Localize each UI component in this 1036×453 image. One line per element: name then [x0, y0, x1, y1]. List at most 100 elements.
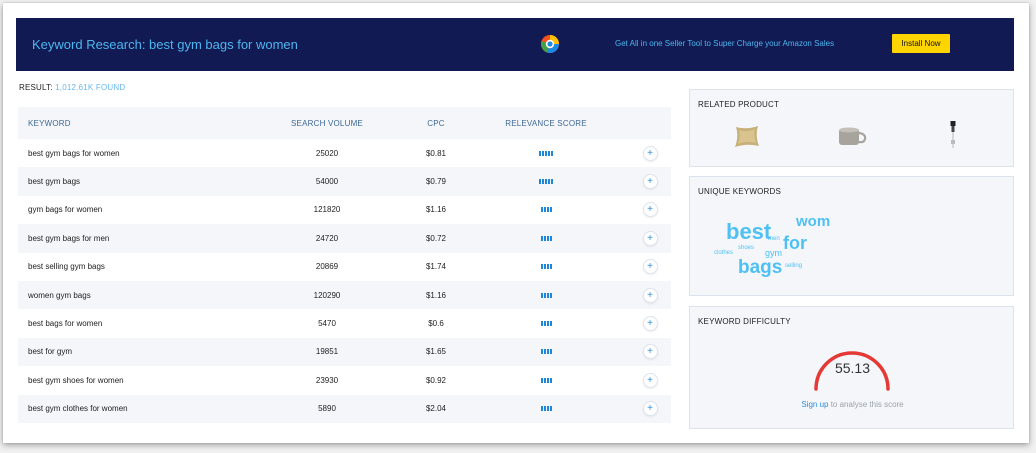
relevance-bars: [539, 150, 553, 156]
relevance-bar: [540, 321, 543, 327]
relevance-bar: [540, 264, 543, 270]
unique-keywords-title: UNIQUE KEYWORDS: [698, 187, 782, 196]
keyword-cell: best gym bags for men: [28, 233, 110, 243]
relevance-bar: [546, 377, 549, 383]
keyword-cell: best bags for women: [28, 319, 103, 329]
app-window: Keyword Research: best gym bags for wome…: [3, 3, 1029, 443]
cloud-word-wom: wom: [796, 213, 831, 230]
result-count: 1,012.61K FOUND: [55, 83, 126, 92]
add-keyword-button[interactable]: +: [642, 230, 658, 246]
relevance-bar: [546, 292, 549, 298]
relevance-bar: [549, 264, 552, 270]
relevance-bar: [540, 377, 543, 383]
cloud-word-selling: selling: [785, 263, 803, 269]
brand-logo-icon: [540, 35, 559, 54]
action-cell: +: [611, 230, 671, 246]
table-body: best gym bags for women 25020 $0.81 + best g…: [18, 139, 671, 423]
relevance-bars: [540, 235, 552, 241]
column-header-cpc: CPC: [427, 118, 445, 128]
relevance-bar: [543, 235, 546, 241]
table-row: gym bags for women 121820 $1.16 +: [18, 196, 671, 224]
product-thumbnail-mug[interactable]: [836, 124, 868, 148]
relevance-bar: [540, 207, 543, 213]
relevance-score-cell: [481, 349, 611, 355]
relevance-bar: [549, 321, 552, 327]
product-thumbnail-pillow[interactable]: [734, 124, 760, 148]
table-row: best gym shoes for women 23930 $0.92 +: [18, 366, 671, 394]
relevance-bar: [551, 150, 553, 156]
action-cell: +: [611, 344, 671, 360]
cloud-word-for: for: [783, 233, 807, 253]
relevance-score-cell: [481, 150, 611, 156]
keyword-cell: best gym bags for women: [28, 148, 120, 158]
search-volume-cell: 25020: [315, 148, 339, 158]
keyword-difficulty-panel: KEYWORD DIFFICULTY 55.13 Sign up to anal…: [689, 306, 1014, 429]
relevance-bars: [540, 292, 552, 298]
search-volume-cell: 5470: [318, 319, 336, 329]
cloud-word-men: men: [768, 236, 780, 242]
column-header-relevance-score: RELEVANCE SCORE: [505, 118, 587, 128]
relevance-score-cell: [481, 406, 611, 412]
relevance-bar: [548, 150, 550, 156]
relevance-bars: [540, 349, 552, 355]
table-row: best gym bags for women 25020 $0.81 +: [18, 139, 671, 167]
action-cell: +: [611, 372, 671, 388]
relevance-bar: [549, 406, 552, 412]
cloud-word-clothes: clothes: [714, 250, 734, 256]
cpc-cell: $0.72: [425, 233, 447, 243]
header-banner: Keyword Research: best gym bags for wome…: [16, 18, 1014, 71]
signup-text: to analyse this score: [828, 400, 904, 409]
relevance-bar: [543, 207, 546, 213]
add-keyword-button[interactable]: +: [642, 344, 658, 360]
add-keyword-button[interactable]: +: [642, 259, 658, 275]
result-label: RESULT:: [19, 83, 53, 92]
add-keyword-button[interactable]: +: [642, 372, 658, 388]
keyword-cell: best gym bags: [28, 177, 81, 187]
relevance-score-cell: [481, 321, 611, 327]
relevance-bar: [543, 321, 546, 327]
keyword-table: KEYWORD SEARCH VOLUME CPC RELEVANCE SCOR…: [18, 107, 671, 423]
add-keyword-button[interactable]: +: [642, 202, 658, 218]
relevance-bar: [549, 349, 552, 355]
relevance-bars: [540, 377, 552, 383]
relevance-bars: [540, 321, 552, 327]
keyword-difficulty-title: KEYWORD DIFFICULTY: [698, 317, 791, 326]
cpc-cell: $1.74: [425, 262, 447, 272]
relevance-score-cell: [481, 235, 611, 241]
add-keyword-button[interactable]: +: [642, 145, 658, 161]
add-keyword-button[interactable]: +: [642, 316, 658, 332]
relevance-score-cell: [481, 179, 611, 185]
relevance-bar: [549, 235, 552, 241]
add-keyword-button[interactable]: +: [642, 174, 658, 190]
add-keyword-button[interactable]: +: [642, 287, 658, 303]
relevance-bar: [546, 349, 549, 355]
related-product-panel: RELATED PRODUCT: [689, 89, 1014, 167]
relevance-bar: [543, 377, 546, 383]
cpc-cell: $2.04: [425, 404, 447, 414]
relevance-bar: [546, 207, 549, 213]
relevance-bar: [546, 406, 549, 412]
relevance-bar: [549, 207, 552, 213]
cloud-word-shoes: shoes: [738, 245, 755, 251]
add-keyword-button[interactable]: +: [642, 401, 658, 417]
search-volume-cell: 54000: [315, 177, 339, 187]
relevance-bar: [546, 235, 549, 241]
relevance-bar: [540, 235, 543, 241]
relevance-bars: [540, 207, 552, 213]
relevance-bar: [540, 292, 543, 298]
relevance-bar: [543, 349, 546, 355]
relevance-bar: [543, 292, 546, 298]
relevance-bars: [540, 406, 552, 412]
relevance-bar: [545, 179, 547, 185]
cpc-cell: $1.16: [425, 205, 447, 215]
product-thumbnail-bottle[interactable]: [948, 120, 958, 150]
relevance-score-cell: [481, 264, 611, 270]
relevance-bar: [549, 377, 552, 383]
keyword-cell: best gym shoes for women: [28, 375, 124, 385]
search-volume-cell: 5890: [318, 404, 336, 414]
install-now-button[interactable]: Install Now: [892, 34, 950, 53]
relevance-bar: [546, 321, 549, 327]
unique-keywords-panel: UNIQUE KEYWORDS best wom men for clothes…: [689, 176, 1014, 296]
signup-link[interactable]: Sign up: [801, 400, 828, 409]
table-row: women gym bags 120290 $1.16 +: [18, 280, 671, 310]
